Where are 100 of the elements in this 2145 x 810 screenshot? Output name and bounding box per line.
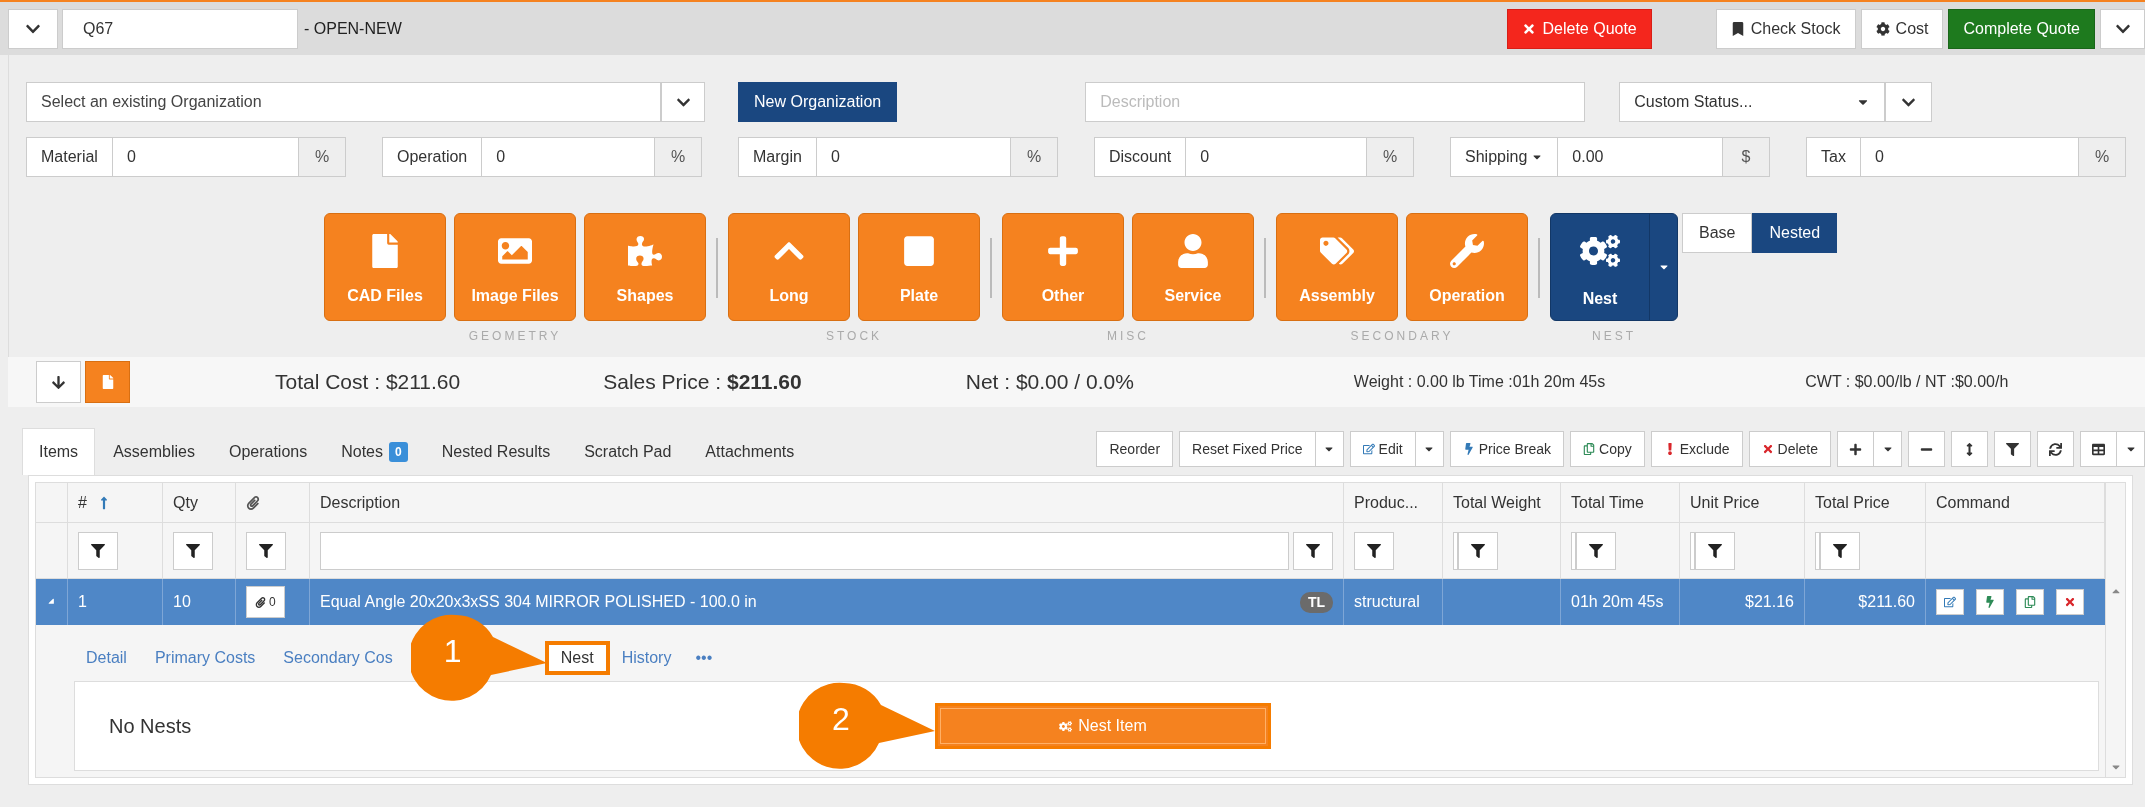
grid-tool-button[interactable] [1951, 431, 1988, 467]
bolt-icon [1984, 596, 1996, 608]
table-row[interactable]: 1 10 0 Equal Angle 20x20x3xSS 304 MIRROR POLISHED - 100.0 in TL structural 01h 20m 45s $21.16 $211.60 [36, 579, 2105, 625]
grid-action-button[interactable]: Delete [1748, 431, 1831, 467]
grid-tool-button[interactable] [2080, 431, 2117, 467]
filter-button[interactable] [1293, 531, 1333, 570]
grid-action-button[interactable]: Reset Fixed Price [1179, 431, 1316, 467]
tab[interactable]: Notes 0 [325, 428, 424, 475]
more-button[interactable] [2100, 8, 2145, 49]
table-cell-text: 01h 20m 45s [1571, 592, 1664, 612]
header-action-button[interactable]: Complete Quote [1948, 8, 2095, 49]
detail-tab[interactable]: History [609, 641, 684, 675]
dropdown-toggle[interactable] [1874, 431, 1902, 467]
tab[interactable]: Assemblies [97, 428, 211, 475]
adjustment-field[interactable]: 0.00 [1558, 137, 1722, 177]
grid-tool-button[interactable] [1908, 431, 1945, 467]
filter-button[interactable] [1458, 531, 1498, 570]
adjustment-field[interactable]: 0 [1186, 137, 1366, 177]
adjustment-label-dropdown[interactable]: Shipping [1450, 137, 1559, 177]
column-header[interactable]: Qty [173, 490, 198, 515]
square-icon [902, 234, 936, 268]
tab[interactable]: Attachments [689, 428, 811, 475]
unit-label: % [298, 137, 346, 177]
grid-action-button[interactable]: Copy [1570, 431, 1645, 467]
grid-action-button[interactable]: Exclude [1650, 431, 1743, 467]
organization-select[interactable]: Select an existing Organization [26, 82, 661, 122]
detail-tab[interactable]: Nest [544, 641, 610, 675]
detail-tab[interactable]: Primary Costs [142, 641, 268, 675]
table-icon [2092, 442, 2105, 456]
column-header[interactable]: Produc... [1354, 490, 1419, 515]
tab[interactable]: Items [22, 428, 96, 475]
grid-action-button[interactable]: Reorder [1096, 431, 1174, 467]
toolbar-button[interactable]: Nest [1550, 213, 1678, 321]
detail-tab[interactable]: Detail [74, 641, 139, 675]
table-cell-text: 10 [173, 592, 191, 612]
filter-button[interactable] [1354, 531, 1394, 570]
group-label: STOCK [825, 328, 883, 345]
document-button[interactable] [85, 361, 130, 403]
dropdown-toggle[interactable] [1315, 431, 1344, 467]
filter-icon [186, 543, 200, 558]
copy-icon [2024, 596, 2036, 608]
detail-tab[interactable]: ••• [683, 641, 725, 675]
header-action-button[interactable]: Cost [1860, 8, 1944, 49]
dropdown-toggle[interactable] [2117, 431, 2145, 467]
attachments-button[interactable]: 0 [246, 586, 285, 618]
tab[interactable]: Operations [212, 428, 324, 475]
command-button[interactable] [2016, 589, 2044, 615]
table-cell-text: $211.60 [1858, 592, 1915, 612]
custom-status-select[interactable]: Custom Status... [1619, 82, 1886, 122]
filter-button[interactable] [1695, 531, 1735, 570]
adjustment-label: Material [26, 137, 113, 177]
grid-tool-button[interactable] [1994, 431, 2031, 467]
column-header[interactable]: # [78, 490, 87, 515]
column-header[interactable]: Description [320, 490, 401, 515]
adjustment-field[interactable]: 0 [816, 137, 1010, 177]
nest-mode-toggle[interactable]: Base [1682, 213, 1753, 253]
grid-action-button[interactable]: Price Break [1449, 431, 1565, 467]
new-organization-button[interactable]: New Organization [738, 82, 898, 122]
description-filter-field[interactable] [320, 531, 1289, 570]
grid-tool-button[interactable] [1837, 431, 1874, 467]
status-dropdown-button[interactable] [1885, 82, 1933, 122]
net-amount: Net : $0.00 / 0.0% [965, 369, 1134, 396]
command-button[interactable] [2056, 589, 2084, 615]
adjustment-field[interactable]: 0 [482, 137, 654, 177]
filter-button[interactable] [78, 531, 118, 570]
filter-button[interactable] [1576, 531, 1616, 570]
nest-mode-toggle[interactable]: Nested [1752, 213, 1838, 253]
collapse-button[interactable] [8, 8, 58, 49]
filter-button[interactable] [1820, 531, 1860, 570]
dropdown-toggle[interactable] [1415, 431, 1444, 467]
filter-icon [2006, 442, 2019, 456]
column-header[interactable]: Total Price [1815, 490, 1890, 515]
quote-number-field[interactable]: Q67 [62, 8, 298, 49]
organization-dropdown-button[interactable] [661, 82, 705, 122]
grid-tool-button[interactable] [2037, 431, 2074, 467]
column-header[interactable]: Total Weight [1453, 490, 1541, 515]
paperclip-icon [246, 495, 260, 510]
filter-button[interactable] [246, 531, 286, 570]
command-button[interactable] [1976, 589, 2004, 615]
column-header[interactable]: Command [1936, 490, 2010, 515]
unit-label: $ [1722, 137, 1770, 177]
edit-icon [1944, 596, 1956, 608]
gears-icon [1059, 719, 1073, 733]
header-action-button[interactable]: Delete Quote [1507, 8, 1652, 49]
tab[interactable]: Scratch Pad [568, 428, 688, 475]
command-button[interactable] [1936, 589, 1964, 615]
total-cost: Total Cost : $211.60 [275, 369, 461, 396]
tab[interactable]: Nested Results [425, 428, 567, 475]
header-action-button[interactable]: Check Stock [1715, 8, 1856, 49]
grid-action-button[interactable]: Edit [1349, 431, 1416, 467]
adjustment-field[interactable]: 0 [112, 137, 298, 177]
download-button[interactable] [36, 361, 81, 403]
settings-icon [1875, 21, 1890, 36]
unit-label: % [2078, 137, 2126, 177]
detail-tab[interactable]: Secondary Cos [271, 641, 405, 675]
column-header[interactable]: Total Time [1571, 490, 1644, 515]
description-field[interactable]: Description [1085, 82, 1586, 122]
adjustment-field[interactable]: 0 [1860, 137, 2078, 177]
filter-button[interactable] [173, 531, 213, 570]
column-header[interactable]: Unit Price [1690, 490, 1760, 515]
